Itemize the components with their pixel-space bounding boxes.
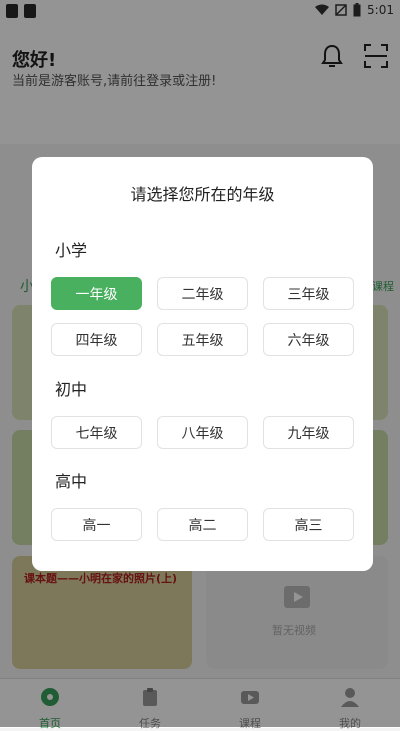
grade-button-2[interactable]: 二年级 xyxy=(157,277,248,310)
grade-button-8[interactable]: 八年级 xyxy=(157,416,248,449)
grade-button-6[interactable]: 六年级 xyxy=(263,323,354,356)
grade-button-5[interactable]: 五年级 xyxy=(157,323,248,356)
grade-button-3[interactable]: 三年级 xyxy=(263,277,354,310)
grade-button-7[interactable]: 七年级 xyxy=(51,416,142,449)
grade-button-9[interactable]: 九年级 xyxy=(263,416,354,449)
section-junior-high: 初中 xyxy=(55,380,88,399)
dialog-title: 请选择您所在的年级 xyxy=(130,185,275,204)
grade-button-10[interactable]: 高一 xyxy=(51,508,142,541)
section-senior-high: 高中 xyxy=(55,472,88,491)
grade-button-1[interactable]: 一年级 xyxy=(51,277,142,310)
grade-button-4[interactable]: 四年级 xyxy=(51,323,142,356)
section-primary: 小学 xyxy=(55,241,88,260)
grade-dialog: 请选择您所在的年级 小学 一年级 二年级 三年级 四年级 五年级 六年级 初中 … xyxy=(32,157,373,571)
grade-button-11[interactable]: 高二 xyxy=(157,508,248,541)
grade-button-12[interactable]: 高三 xyxy=(263,508,354,541)
